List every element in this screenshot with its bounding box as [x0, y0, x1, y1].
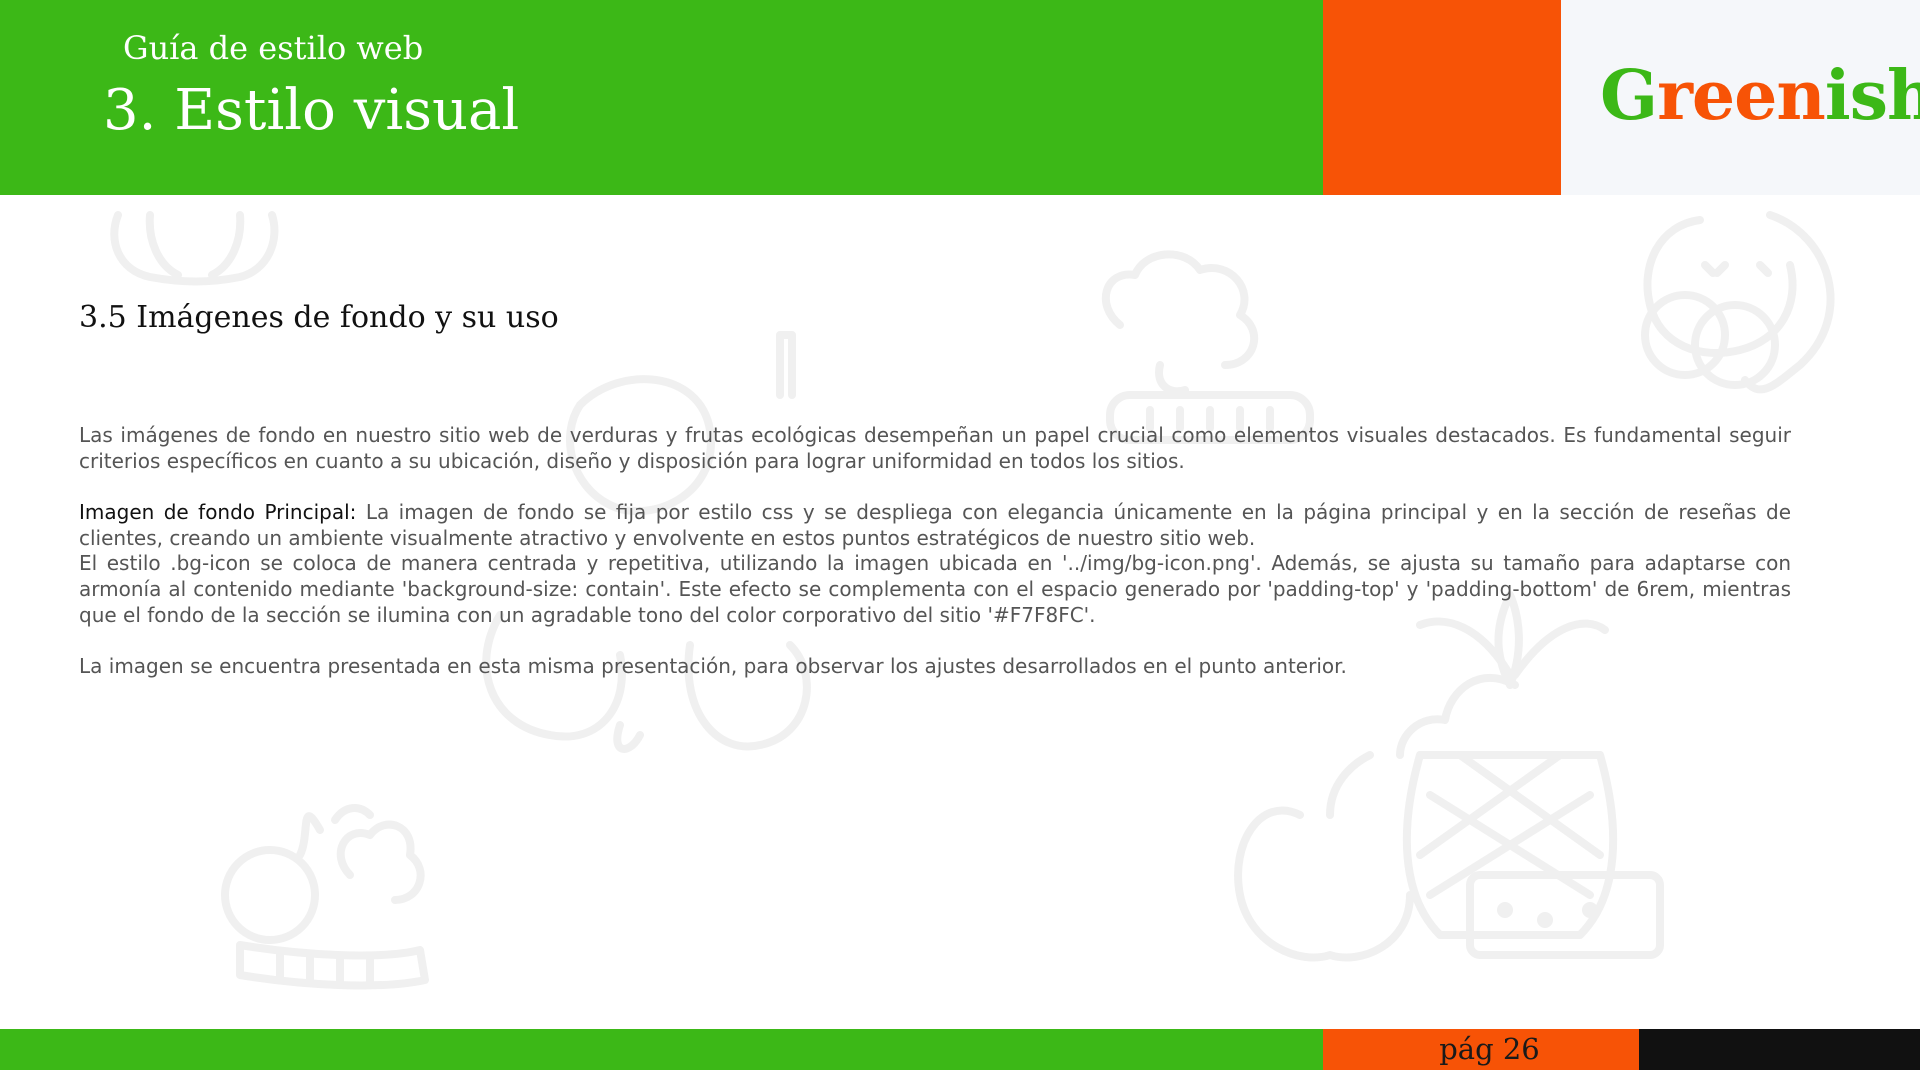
header-orange-block	[1323, 0, 1561, 195]
header-banner: Guía de estilo web 3. Estilo visual Gree…	[0, 0, 1920, 195]
document-subtitle: Guía de estilo web	[123, 29, 424, 67]
intro-paragraph: Las imágenes de fondo en nuestro sitio w…	[79, 423, 1791, 473]
paragraph-lead: Imagen de fondo Principal:	[79, 500, 357, 525]
main-background-paragraph: Imagen de fondo Principal: La imagen de …	[79, 500, 1791, 551]
brand-logo: Greenish	[1600, 56, 1920, 136]
footer-bar: pág 26	[0, 1029, 1920, 1070]
chapter-title: 3. Estilo visual	[103, 78, 520, 143]
logo-middle: reen	[1657, 56, 1826, 136]
footer-green-block	[0, 1029, 1323, 1070]
bg-icon-style-paragraph: El estilo .bg-icon se coloca de manera c…	[79, 551, 1791, 627]
page-number: pág 26	[1439, 1032, 1540, 1066]
vegetables-icon	[110, 211, 279, 286]
main-content: 3.5 Imágenes de fondo y su uso Las imáge…	[79, 290, 1791, 680]
logo-end: ish	[1824, 56, 1920, 136]
footer-black-block	[1639, 1029, 1920, 1070]
logo-letter-g: G	[1600, 56, 1658, 136]
section-title: 3.5 Imágenes de fondo y su uso	[79, 300, 559, 335]
closing-paragraph: La imagen se encuentra presentada en est…	[79, 654, 1347, 679]
watermelon-icon	[221, 804, 429, 990]
